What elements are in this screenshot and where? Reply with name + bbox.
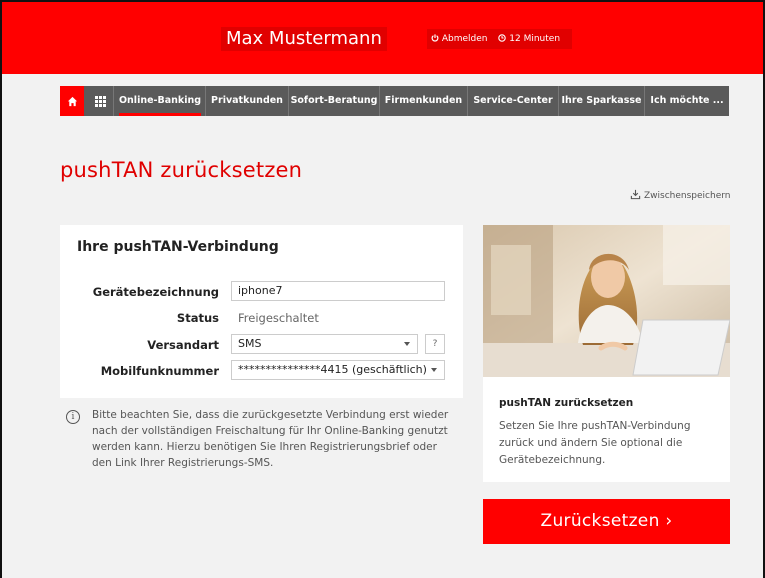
status-value: Freigeschaltet [238, 311, 319, 325]
save-icon [630, 189, 641, 200]
nav-sofort-beratung[interactable]: Sofort-Beratung [289, 86, 380, 116]
user-name: Max Mustermann [221, 27, 387, 51]
save-draft-label: Zwischenspeichern [644, 191, 731, 201]
home-button[interactable] [60, 86, 84, 116]
teaser-description: Setzen Sie Ihre pushTAN-Verbindung zurüc… [499, 420, 691, 466]
nav-ihre-sparkasse[interactable]: Ihre Sparkasse [559, 86, 645, 116]
nav-service-center[interactable]: Service-Center [468, 86, 559, 116]
header-bar: Max Mustermann Abmelden 12 Minuten [2, 2, 763, 74]
home-icon [67, 96, 77, 106]
nav-online-banking[interactable]: Online-Banking [115, 86, 206, 116]
shipping-select-value: SMS [238, 337, 262, 350]
grid-icon [94, 95, 106, 107]
info-icon: i [66, 410, 80, 424]
teaser-photo [483, 225, 730, 377]
session-timer: 12 Minuten [498, 34, 564, 44]
page-title: pushTAN zurücksetzen [60, 158, 303, 182]
clock-icon [498, 34, 507, 42]
shipping-select[interactable]: SMS [231, 334, 418, 354]
power-icon [431, 34, 439, 42]
chevron-down-icon [431, 368, 437, 372]
reset-button[interactable]: Zurücksetzen › [483, 499, 730, 544]
shipping-label: Versandart [147, 338, 219, 352]
device-label: Gerätebezeichnung [92, 285, 219, 299]
card-title: Ihre pushTAN-Verbindung [77, 239, 279, 255]
teaser-card: pushTAN zurücksetzen Setzen Sie Ihre pus… [483, 225, 730, 482]
nav-ich-moechte[interactable]: Ich möchte ... [645, 86, 729, 116]
save-draft-link[interactable]: Zwischenspeichern [630, 189, 730, 201]
session-info: Abmelden 12 Minuten [427, 29, 573, 49]
logout-button[interactable]: Abmelden [431, 34, 494, 44]
mobile-number-value: ***************4415 (geschäftlich) [238, 363, 427, 376]
session-timer-label: 12 Minuten [509, 34, 561, 44]
info-text: Bitte beachten Sie, dass die zurückgeset… [92, 409, 449, 469]
status-label: Status [176, 311, 219, 325]
chevron-down-icon [404, 342, 410, 346]
app-window: Max Mustermann Abmelden 12 Minuten Onlin… [0, 0, 765, 578]
device-name-input[interactable]: iphone7 [231, 281, 445, 301]
nav-privatkunden[interactable]: Privatkunden [206, 86, 289, 116]
nav-firmenkunden[interactable]: Firmenkunden [380, 86, 468, 116]
apps-button[interactable] [87, 86, 114, 116]
mobile-number-select[interactable]: ***************4415 (geschäftlich) [231, 360, 445, 380]
pushtan-connection-card: Ihre pushTAN-Verbindung Gerätebezeichnun… [60, 225, 463, 398]
mobile-label: Mobilfunknummer [100, 364, 219, 378]
help-button[interactable]: ? [425, 334, 445, 354]
logout-label: Abmelden [441, 34, 488, 44]
teaser-title: pushTAN zurücksetzen [499, 397, 634, 409]
main-navigation: Online-Banking Privatkunden Sofort-Berat… [60, 86, 729, 116]
